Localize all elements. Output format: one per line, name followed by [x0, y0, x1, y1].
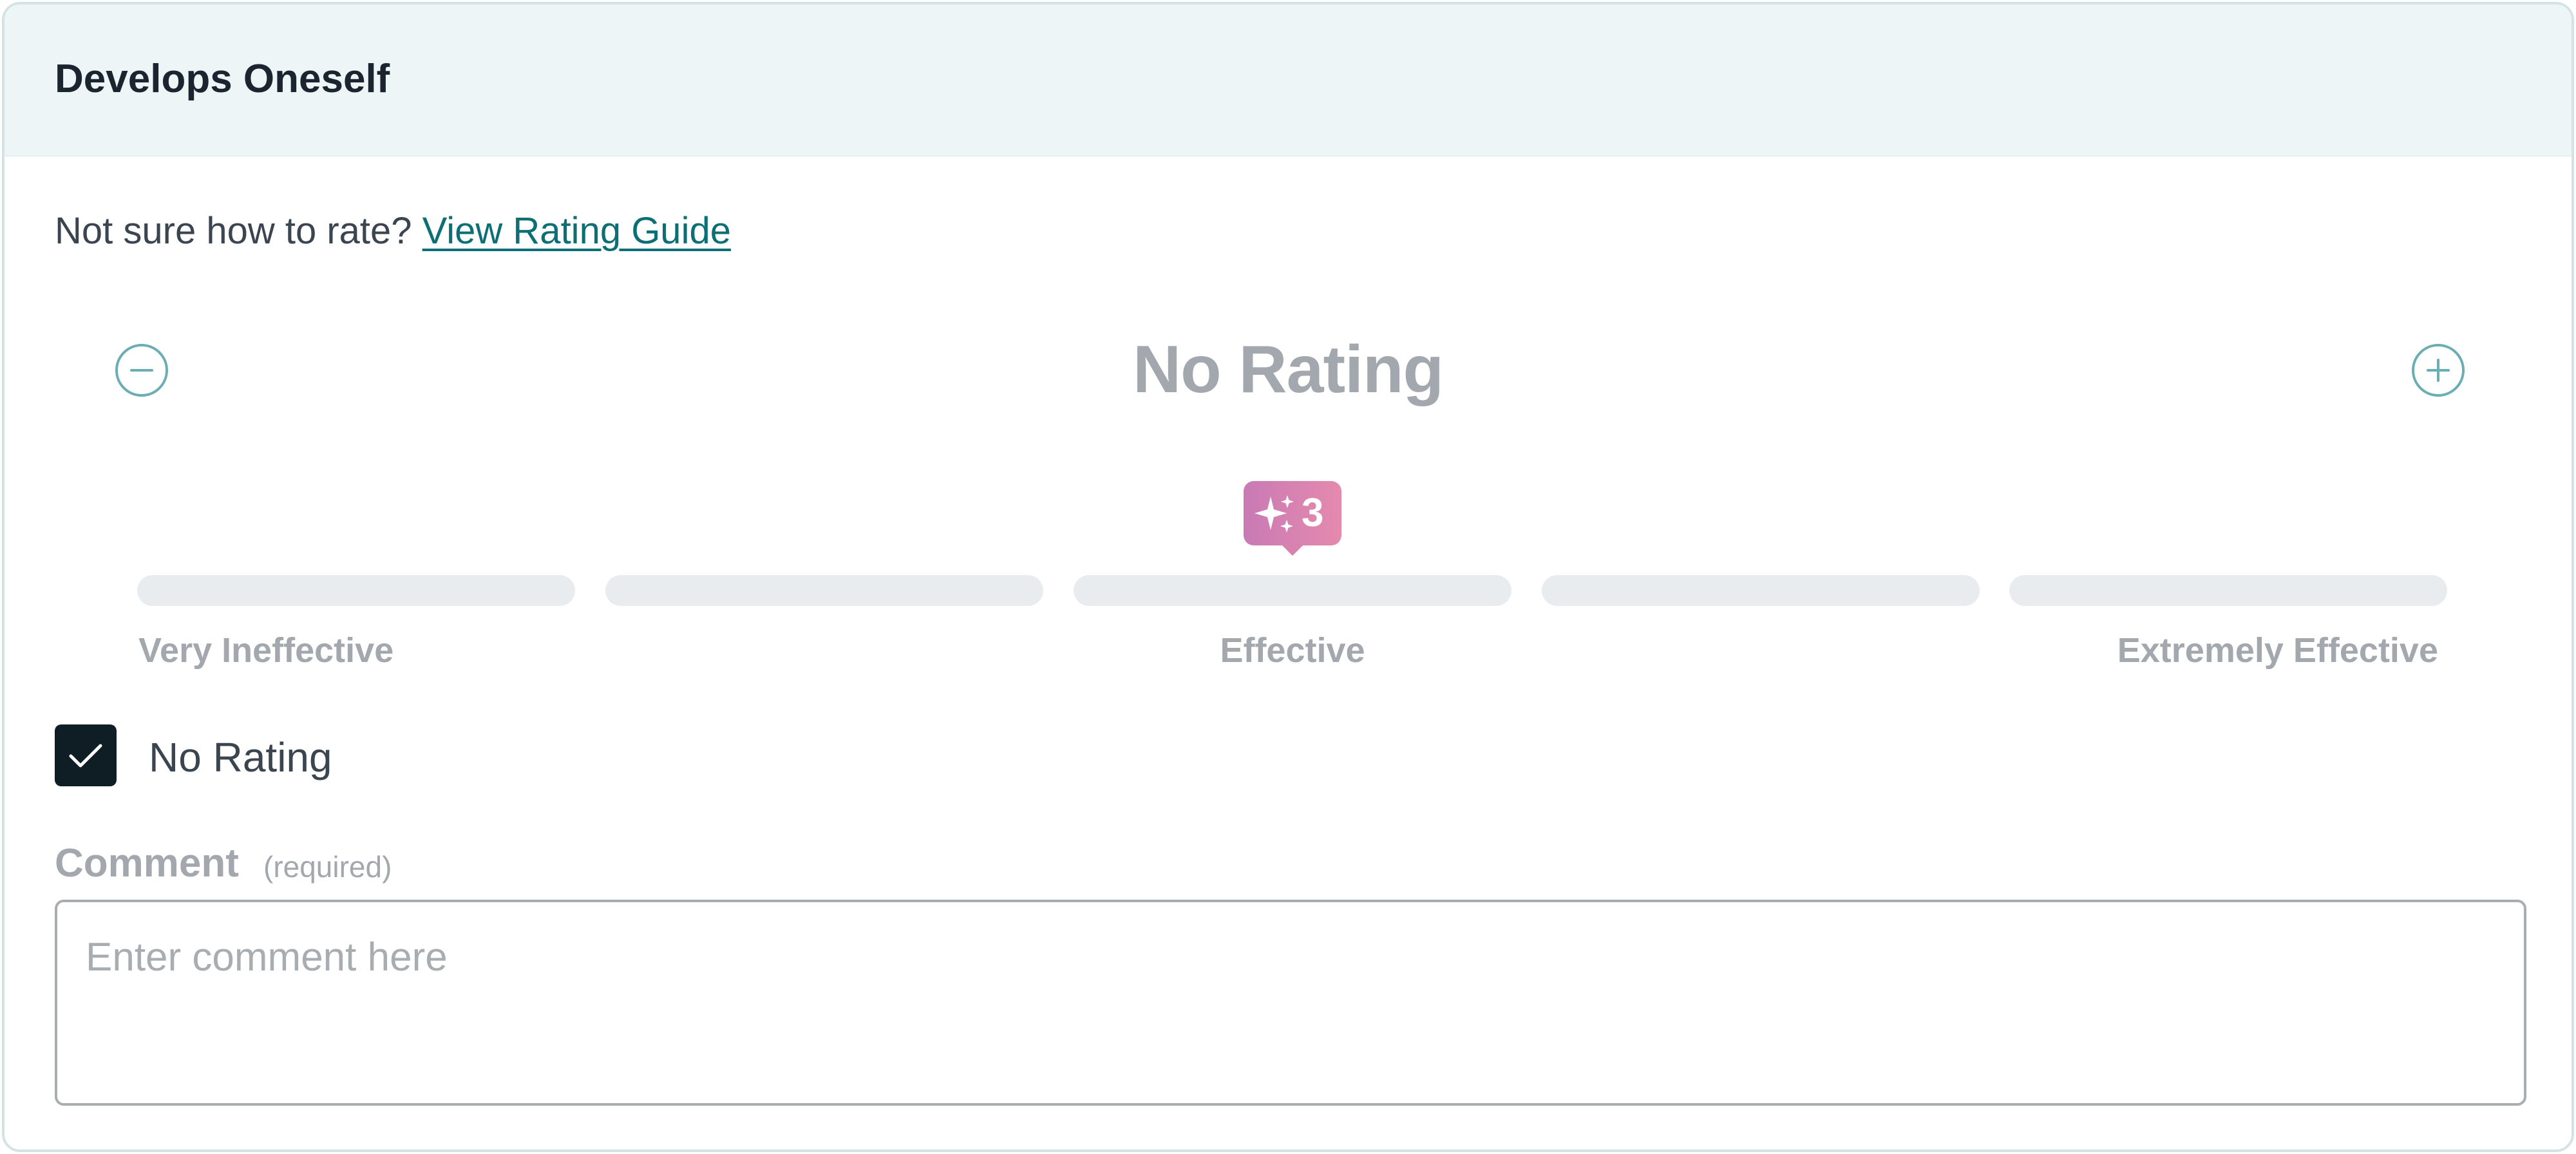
current-rating-label: No Rating: [1132, 332, 1444, 407]
no-rating-checkbox[interactable]: [55, 724, 117, 786]
sparkles-icon: [1255, 495, 1294, 533]
comment-label: Comment: [55, 841, 239, 885]
no-rating-checkbox-label[interactable]: No Rating: [149, 733, 332, 781]
view-rating-guide-link[interactable]: View Rating Guide: [422, 210, 731, 252]
plus-circle-icon: [2427, 359, 2450, 382]
scale-label-very-ineffective: Very Ineffective: [138, 631, 394, 670]
scale-label-extremely-effective: Extremely Effective: [2117, 631, 2438, 670]
rating-segment-4[interactable]: [1542, 575, 1980, 606]
rating-segment-1[interactable]: [137, 575, 575, 606]
comment-required-hint: (required): [263, 850, 392, 884]
rating-guide-prompt: Not sure how to rate? View Rating Guide: [55, 209, 731, 252]
increase-rating-button[interactable]: [2412, 344, 2465, 397]
card-header: Develops Oneself: [5, 5, 2571, 156]
badge-count: 3: [1302, 491, 1324, 535]
rating-segment-2[interactable]: [605, 575, 1043, 606]
section-title: Develops Oneself: [55, 57, 390, 101]
rating-segment-3[interactable]: [1074, 575, 1511, 606]
scale-label-effective: Effective: [1220, 631, 1365, 670]
ai-suggestion-badge[interactable]: 3: [1244, 481, 1341, 556]
rating-card: Develops Oneself Not sure how to rate? V…: [2, 2, 2574, 1152]
rating-segment-5[interactable]: [2009, 575, 2447, 606]
rating-guide-question: Not sure how to rate?: [55, 210, 412, 252]
comment-input[interactable]: [55, 900, 2526, 1106]
checkmark-icon: [69, 744, 102, 768]
